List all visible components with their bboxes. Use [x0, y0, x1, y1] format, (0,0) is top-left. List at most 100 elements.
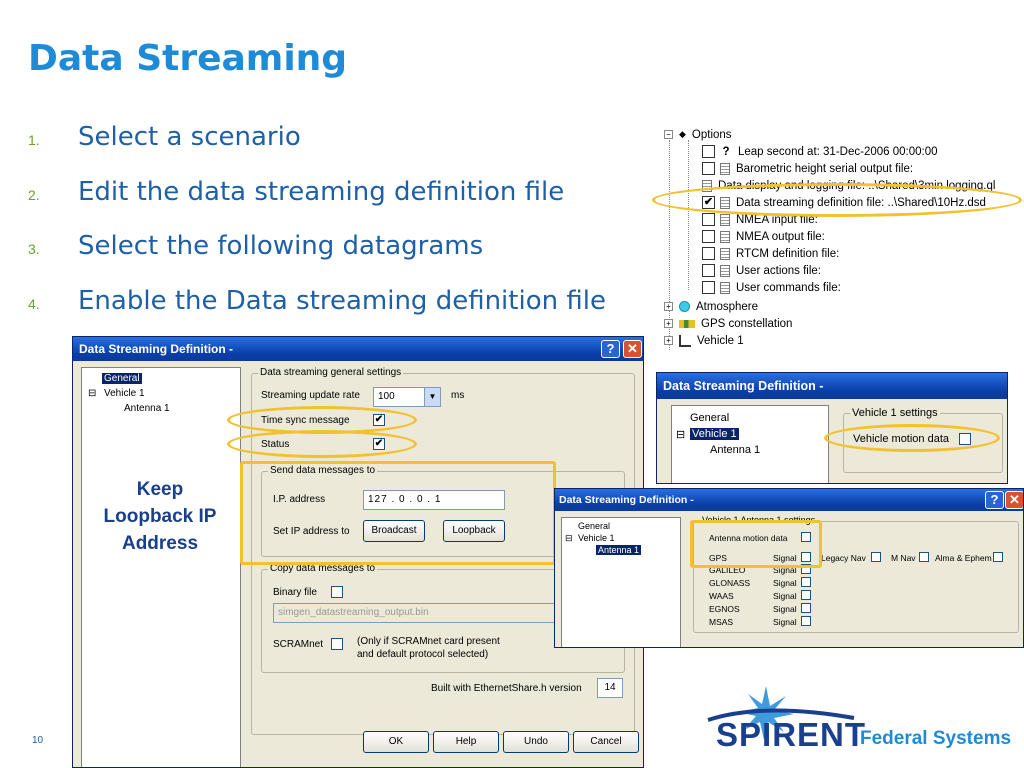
- constellation-icon: [679, 319, 695, 328]
- document-icon: [720, 281, 730, 294]
- collapse-icon[interactable]: −: [664, 130, 673, 139]
- tree-node-label: Atmosphere: [696, 300, 759, 313]
- help-icon[interactable]: ?: [985, 491, 1004, 509]
- step-text: Select the following datagrams: [78, 231, 484, 261]
- vehicle-icon: [679, 334, 691, 347]
- tree-node-options[interactable]: − ◆ Options: [664, 126, 732, 143]
- scramnet-checkbox[interactable]: [331, 638, 343, 650]
- checkbox[interactable]: [702, 213, 715, 226]
- dialog-tree-panel: General ⊟ Vehicle 1 Antenna 1: [81, 367, 241, 767]
- alma-ephem-checkbox[interactable]: [993, 552, 1003, 562]
- signal-checkbox[interactable]: [801, 616, 811, 626]
- tree-connector: [688, 140, 689, 290]
- question-icon: ?: [722, 145, 730, 158]
- slide-title: Data Streaming: [28, 38, 348, 79]
- tree-item-rtcm[interactable]: RTCM definition file:: [702, 245, 839, 262]
- alma-ephem-label: Alma & Ephem: [935, 553, 992, 563]
- signal-checkbox[interactable]: [801, 603, 811, 613]
- help-button[interactable]: Help: [433, 731, 499, 753]
- tree-item-label: User commands file:: [736, 281, 841, 294]
- help-icon[interactable]: ?: [601, 340, 620, 358]
- tree-expand-icon[interactable]: ⊟: [88, 388, 96, 399]
- system-label: WAAS: [709, 591, 734, 601]
- checkbox[interactable]: [702, 162, 715, 175]
- checkbox[interactable]: [702, 145, 715, 158]
- signal-label: Signal: [773, 578, 797, 588]
- undo-button[interactable]: Undo: [503, 731, 569, 753]
- tree-node-atmosphere[interactable]: + Atmosphere: [664, 298, 758, 315]
- signal-label: Signal: [773, 617, 797, 627]
- tree-item-general[interactable]: General: [102, 373, 142, 384]
- tree-expand-icon[interactable]: ⊟: [565, 533, 573, 544]
- tree-item-general[interactable]: General: [690, 412, 729, 424]
- highlight-rect: [690, 520, 822, 568]
- close-icon[interactable]: ✕: [1005, 491, 1023, 509]
- tree-item-label: NMEA output file:: [736, 230, 825, 243]
- ok-button[interactable]: OK: [363, 731, 429, 753]
- tree-node-gps[interactable]: + GPS constellation: [664, 315, 792, 332]
- m-nav-label: M Nav: [891, 553, 916, 563]
- tree-expand-icon[interactable]: ⊟: [676, 428, 685, 441]
- checkbox[interactable]: [702, 264, 715, 277]
- step-text: Select a scenario: [78, 122, 301, 152]
- update-rate-unit: ms: [451, 390, 465, 401]
- tree-item-antenna[interactable]: Antenna 1: [124, 403, 170, 414]
- tree-item-nmea-output[interactable]: NMEA output file:: [702, 228, 825, 245]
- tree-item-user-actions[interactable]: User actions file:: [702, 262, 821, 279]
- tree-node-label: GPS constellation: [701, 317, 793, 330]
- tree-item-vehicle[interactable]: Vehicle 1: [104, 388, 145, 399]
- signal-label: Signal: [773, 604, 797, 614]
- dropdown-arrow-icon[interactable]: ▼: [424, 388, 440, 406]
- update-rate-select[interactable]: 100 ▼: [373, 387, 441, 407]
- tree-item-general[interactable]: General: [578, 521, 610, 531]
- dialog-titlebar: Data Streaming Definition -: [657, 373, 1007, 399]
- checkbox[interactable]: [702, 247, 715, 260]
- step-text: Enable the Data streaming definition fil…: [78, 285, 606, 316]
- tree-item-label: Leap second at: 31-Dec-2006 00:00:00: [738, 145, 938, 158]
- tree-node-vehicle[interactable]: + Vehicle 1: [664, 332, 744, 349]
- document-icon: [720, 213, 730, 226]
- binary-file-field[interactable]: simgen_datastreaming_output.bin: [273, 603, 573, 623]
- tree-item-label: RTCM definition file:: [736, 247, 840, 260]
- signal-checkbox[interactable]: [801, 590, 811, 600]
- tree-item-barometric[interactable]: Barometric height serial output file:: [702, 160, 913, 177]
- checkbox[interactable]: [702, 230, 715, 243]
- logo-subtitle: Federal Systems: [860, 728, 1012, 749]
- step-number: 1.: [28, 132, 40, 148]
- tree-item-antenna[interactable]: Antenna 1: [596, 545, 642, 555]
- tree-node-label: Vehicle 1: [697, 334, 744, 347]
- tree-item-label: Barometric height serial output file:: [736, 162, 914, 175]
- tree-item-antenna[interactable]: Antenna 1: [710, 444, 760, 456]
- m-nav-checkbox[interactable]: [919, 552, 929, 562]
- group-legend: Vehicle 1 settings: [850, 407, 940, 419]
- tree-item-label: User actions file:: [736, 264, 822, 277]
- document-icon: [720, 247, 730, 260]
- tree-item-user-commands[interactable]: User commands file:: [702, 279, 841, 296]
- signal-label: Signal: [773, 591, 797, 601]
- page-number: 10: [32, 735, 44, 746]
- checkbox[interactable]: [702, 281, 715, 294]
- tree-item-vehicle[interactable]: Vehicle 1: [690, 428, 739, 440]
- spirent-logo: SPIRENT Federal Systems: [704, 684, 1024, 768]
- legacy-nav-checkbox[interactable]: [871, 552, 881, 562]
- document-icon: [720, 264, 730, 277]
- expand-icon[interactable]: +: [664, 336, 673, 345]
- dialog-tree-panel: General ⊟ Vehicle 1 Antenna 1: [671, 405, 829, 483]
- highlight-oval: [652, 183, 1022, 217]
- expand-icon[interactable]: +: [664, 319, 673, 328]
- cancel-button[interactable]: Cancel: [573, 731, 639, 753]
- step-number: 2.: [28, 186, 40, 203]
- dialog-titlebar: Data Streaming Definition -: [73, 337, 643, 361]
- tree-item-vehicle[interactable]: Vehicle 1: [578, 533, 615, 543]
- atmosphere-icon: [679, 301, 690, 312]
- signal-checkbox[interactable]: [801, 577, 811, 587]
- group-legend: Data streaming general settings: [258, 367, 404, 378]
- tree-item-leap-second[interactable]: ? Leap second at: 31-Dec-2006 00:00:00: [702, 143, 937, 160]
- close-icon[interactable]: ✕: [623, 340, 642, 358]
- binary-file-checkbox[interactable]: [331, 586, 343, 598]
- highlight-oval: [227, 430, 417, 458]
- system-label: MSAS: [709, 617, 734, 627]
- step-number: 4.: [28, 295, 40, 312]
- expand-icon[interactable]: +: [664, 302, 673, 311]
- dialog-tree-panel: General ⊟ Vehicle 1 Antenna 1: [561, 517, 681, 647]
